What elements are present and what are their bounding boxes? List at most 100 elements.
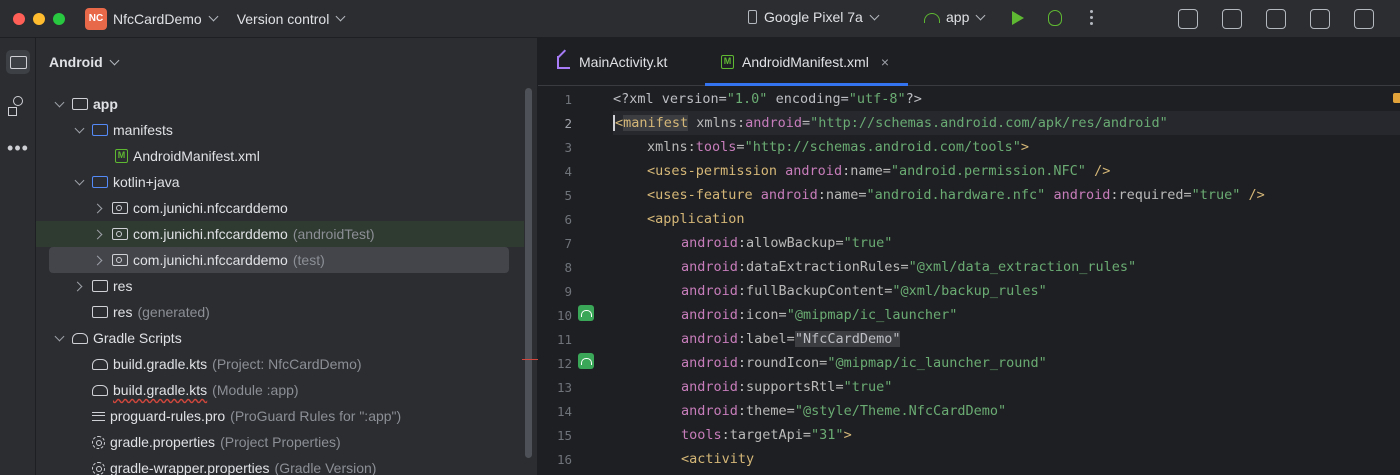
- code-line[interactable]: <activity: [681, 447, 754, 471]
- tree-item[interactable]: M AndroidManifest.xml: [36, 143, 524, 169]
- phone-icon: [748, 10, 757, 24]
- expand-arrow-icon[interactable]: [74, 281, 84, 291]
- minimize-window-button[interactable]: [33, 12, 45, 25]
- tree-item[interactable]: gradle.properties (Project Properties): [36, 429, 524, 455]
- run-config-selector[interactable]: app: [924, 9, 986, 25]
- tree-item[interactable]: Gradle Scripts: [36, 325, 524, 351]
- tree-item[interactable]: com.junichi.nfccarddemo: [36, 195, 524, 221]
- collapse-arrow-icon[interactable]: [74, 125, 84, 135]
- warning-marker[interactable]: [1393, 93, 1400, 103]
- tree-item-label: com.junichi.nfccarddemo: [133, 252, 288, 268]
- line-number: 1: [564, 92, 572, 107]
- code-line[interactable]: android:theme="@style/Theme.NfcCardDemo": [681, 399, 1006, 423]
- tree-item[interactable]: proguard-rules.pro (ProGuard Rules for "…: [36, 403, 524, 429]
- code-line[interactable]: <uses-feature android:name="android.hard…: [647, 183, 1265, 207]
- code-line[interactable]: android:dataExtractionRules="@xml/data_e…: [681, 255, 1136, 279]
- code-line[interactable]: android:label="NfcCardDemo": [681, 327, 901, 351]
- editor: MainActivity.kt M AndroidManifest.xml × …: [538, 38, 1400, 475]
- code-line[interactable]: <application: [647, 207, 745, 231]
- line-number: 15: [556, 428, 572, 443]
- code-line[interactable]: android:fullBackupContent="@xml/backup_r…: [681, 279, 1047, 303]
- vcs-menu[interactable]: Version control: [237, 11, 330, 27]
- code-area[interactable]: <?xml version="1.0" encoding="utf-8"?> <…: [613, 87, 1400, 475]
- chevron-down-icon[interactable]: [335, 11, 346, 22]
- project-folder-icon[interactable]: [6, 50, 30, 74]
- gradle-sync-icon[interactable]: [1354, 9, 1374, 29]
- close-tab-icon[interactable]: ×: [881, 54, 889, 70]
- more-horizontal-icon[interactable]: •••: [4, 138, 32, 158]
- android-resource-icon[interactable]: [578, 353, 594, 369]
- tab-main-activity[interactable]: MainActivity.kt: [553, 38, 671, 86]
- project-name[interactable]: NfcCardDemo: [113, 11, 202, 27]
- tree-item[interactable]: gradle-wrapper.properties (Gradle Versio…: [36, 455, 524, 475]
- bug-report-icon[interactable]: [1310, 9, 1330, 29]
- resource-manager-icon[interactable]: [6, 94, 30, 118]
- chevron-down-icon[interactable]: [208, 11, 219, 22]
- project-badge[interactable]: NC: [85, 7, 107, 30]
- settings-file-icon: [92, 461, 105, 475]
- code-line[interactable]: tools:targetApi="31">: [681, 423, 852, 447]
- tree-item[interactable]: app: [36, 91, 524, 117]
- translate-icon[interactable]: [1222, 9, 1242, 29]
- device-name: Google Pixel 7a: [764, 9, 863, 25]
- project-scrollbar[interactable]: [525, 88, 532, 458]
- expand-arrow-icon[interactable]: [94, 203, 104, 213]
- text-file-icon: [92, 411, 105, 421]
- code-line[interactable]: android:allowBackup="true": [681, 231, 892, 255]
- tree-item[interactable]: res (generated): [36, 299, 524, 325]
- run-icon[interactable]: [1012, 11, 1024, 25]
- tab-android-manifest[interactable]: M AndroidManifest.xml ×: [705, 38, 908, 86]
- chevron-down-icon: [869, 10, 880, 20]
- device-manager-icon[interactable]: [1178, 9, 1198, 29]
- line-gutter: 1 2 3 4 5 6 7 8 9 10 11 12 13 14 15 16: [538, 87, 608, 475]
- collapse-arrow-icon[interactable]: [54, 99, 64, 109]
- tree-item[interactable]: manifests: [36, 117, 524, 143]
- folder-icon: [92, 124, 108, 136]
- code-line[interactable]: android:icon="@mipmap/ic_launcher": [681, 303, 957, 327]
- manifest-file-icon: M: [721, 55, 734, 69]
- run-config-name: app: [946, 9, 970, 25]
- package-icon: [112, 228, 128, 240]
- tree-item[interactable]: build.gradle.kts (Module :app): [36, 377, 524, 403]
- tree-item-label: kotlin+java: [113, 174, 180, 190]
- collapse-arrow-icon[interactable]: [74, 177, 84, 187]
- settings-file-icon: [92, 435, 105, 449]
- line-number: 7: [564, 236, 572, 251]
- code-line[interactable]: android:roundIcon="@mipmap/ic_launcher_r…: [681, 351, 1047, 375]
- tree-item-label: gradle-wrapper.properties: [110, 460, 270, 475]
- tree-item[interactable]: com.junichi.nfccarddemo (androidTest): [36, 221, 524, 247]
- more-vertical-icon[interactable]: [1090, 10, 1094, 25]
- line-number: 2: [564, 116, 572, 131]
- collapse-arrow-icon[interactable]: [54, 333, 64, 343]
- code-line[interactable]: android:supportsRtl="true": [681, 375, 892, 399]
- code-line[interactable]: <manifest xmlns:android="http://schemas.…: [613, 111, 1168, 135]
- project-view-selector[interactable]: Android: [49, 54, 120, 70]
- line-number: 11: [556, 332, 572, 347]
- maximize-window-button[interactable]: [53, 12, 65, 25]
- tree-item[interactable]: build.gradle.kts (Project: NfcCardDemo): [36, 351, 524, 377]
- manifest-file-icon: M: [115, 149, 128, 163]
- gradle-icon: [72, 332, 88, 344]
- debug-icon[interactable]: [1048, 10, 1062, 26]
- sync-icon[interactable]: [1266, 9, 1286, 29]
- code-line[interactable]: <uses-permission android:name="android.p…: [647, 159, 1110, 183]
- line-number: 10: [556, 308, 572, 323]
- android-resource-icon[interactable]: [578, 305, 594, 321]
- editor-tabs: MainActivity.kt M AndroidManifest.xml ×: [538, 38, 1400, 86]
- tree-item-label: proguard-rules.pro: [110, 408, 226, 424]
- tree-item-hint: (Project Properties): [220, 434, 341, 450]
- tree-item[interactable]: kotlin+java: [36, 169, 524, 195]
- code-line[interactable]: <?xml version="1.0" encoding="utf-8"?>: [613, 87, 922, 111]
- tree-item-label: com.junichi.nfccarddemo: [133, 226, 288, 242]
- chevron-down-icon: [975, 10, 986, 20]
- tree-item[interactable]: res: [36, 273, 524, 299]
- device-selector[interactable]: Google Pixel 7a: [748, 9, 880, 25]
- expand-arrow-icon[interactable]: [94, 255, 104, 265]
- close-window-button[interactable]: [13, 12, 25, 25]
- tree-item-selected[interactable]: com.junichi.nfccarddemo (test): [49, 247, 509, 273]
- tree-item-label: res: [113, 304, 133, 320]
- code-line[interactable]: xmlns:tools="http://schemas.android.com/…: [647, 135, 1029, 159]
- expand-arrow-icon[interactable]: [94, 229, 104, 239]
- line-number: 3: [564, 140, 572, 155]
- line-number: 6: [564, 212, 572, 227]
